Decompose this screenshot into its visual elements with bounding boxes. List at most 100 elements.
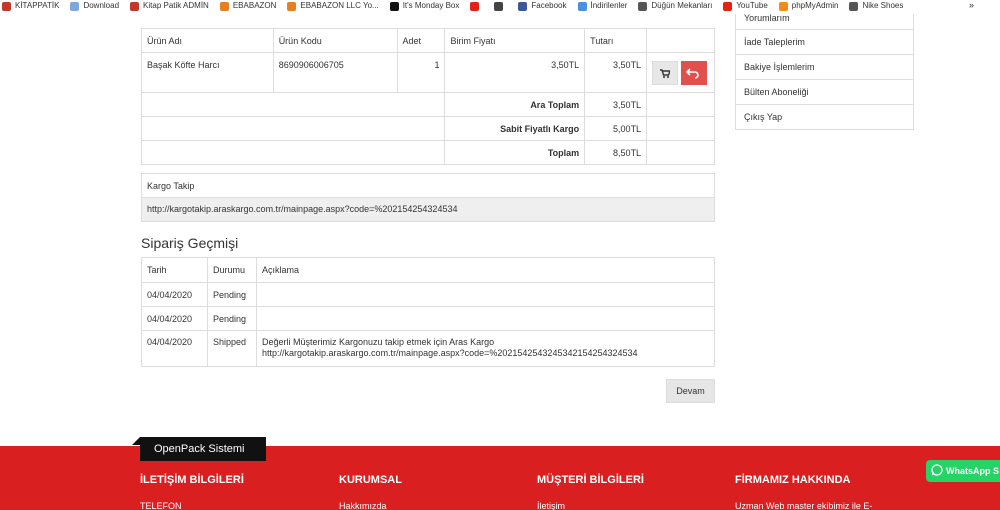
sidebar-item-reviews[interactable]: Yorumlarım — [736, 14, 913, 29]
cell-unit-price: 3,50TL — [444, 52, 586, 93]
cargo-tracking-url[interactable]: http://kargotakip.araskargo.com.tr/mainp… — [142, 198, 714, 221]
bookmark-item[interactable]: EBABAZON — [219, 1, 277, 11]
cell-date: 04/04/2020 — [141, 282, 208, 307]
summary-empty — [646, 116, 715, 141]
chat-icon — [494, 1, 504, 11]
summary-spacer — [140, 92, 446, 117]
bookmark-item[interactable]: EBABAZON LLC Yo... — [287, 1, 379, 11]
phpmyadmin-icon — [778, 1, 788, 11]
facebook-icon — [518, 1, 528, 11]
summary-empty — [646, 140, 715, 165]
bookmark-item[interactable] — [494, 1, 507, 11]
col-header-qty: Adet — [396, 28, 446, 53]
bookmark-label: Download — [83, 1, 120, 10]
footer-col-title: MÜŞTERİ BİLGİLERİ — [537, 474, 644, 486]
cell-total: 3,50TL — [584, 52, 648, 93]
kitappatik-icon — [2, 1, 11, 11]
order-header-row: Ürün Adı Ürün Kodu Adet Birim Fiyatı Tut… — [141, 28, 715, 53]
bookmark-item[interactable]: phpMyAdmin — [778, 1, 839, 11]
summary-value: 5,00TL — [584, 116, 648, 141]
bookmark-item[interactable]: Download — [70, 1, 119, 11]
cell-qty: 1 — [396, 52, 446, 93]
col-header-product-name: Ürün Adı — [141, 28, 274, 53]
footer-col-about: FİRMAMIZ HAKKINDA Uzman Web master ekibi… — [735, 474, 872, 510]
bookmark-label: EBABAZON — [232, 1, 277, 10]
monday-box-icon — [389, 1, 399, 11]
whatsapp-label: WhatsApp S — [946, 466, 999, 476]
youtube-icon — [470, 1, 480, 11]
openpack-badge: OpenPack Sistemi — [140, 437, 266, 461]
bookmark-label: It's Monday Box — [402, 1, 460, 10]
bookmark-item[interactable]: Kitap Patik ADMİN — [130, 1, 209, 11]
footer-col-customer: MÜŞTERİ BİLGİLERİ İletişim — [537, 474, 644, 510]
table-row: 04/04/2020 Pending — [141, 282, 715, 307]
summary-spacer — [140, 140, 446, 165]
globe-icon — [638, 1, 648, 11]
footer-col-item: TELEFON — [140, 501, 182, 510]
kitappatik-admin-icon — [130, 1, 140, 11]
cell-product-code: 8690906006705 — [272, 52, 398, 93]
bookmark-item[interactable]: KİTAPPATİK — [2, 1, 59, 11]
cargo-tracking-title: Kargo Takip — [142, 174, 714, 198]
footer-col-title: FİRMAMIZ HAKKINDA — [735, 474, 851, 486]
sidebar-item-logout[interactable]: Çıkış Yap — [736, 104, 913, 129]
return-button[interactable] — [681, 60, 708, 85]
footer-col-item[interactable]: Hakkımızda — [339, 501, 402, 510]
download-icon — [70, 1, 80, 11]
badge-fold — [132, 437, 140, 445]
table-row: Başak Köfte Harcı 8690906006705 1 3,50TL… — [141, 52, 715, 93]
summary-row-total: Toplam 8,50TL — [140, 140, 715, 165]
footer-col-title: İLETİŞİM BİLGİLERİ — [140, 474, 244, 486]
bookmark-item[interactable]: Nike Shoes — [849, 1, 903, 11]
bookmark-item[interactable]: Düğün Mekanları — [638, 1, 712, 11]
bookmark-item[interactable]: İndirilenler — [577, 1, 628, 11]
ebabazon-icon — [219, 1, 229, 11]
bookmark-label: phpMyAdmin — [791, 1, 839, 10]
col-header-status: Durumu — [207, 257, 257, 283]
globe-icon — [849, 1, 859, 11]
cell-date: 04/04/2020 — [141, 330, 208, 367]
bookmark-label: Düğün Mekanları — [651, 1, 713, 10]
cell-status: Pending — [207, 306, 257, 331]
bookmark-label: Nike Shoes — [862, 1, 904, 10]
table-row: 04/04/2020 Shipped Değerli Müşterimiz Ka… — [141, 330, 715, 367]
footer-col-title: KURUMSAL — [339, 474, 402, 486]
bookmark-item[interactable]: It's Monday Box — [389, 1, 460, 11]
footer-col-item[interactable]: İletişim — [537, 501, 644, 510]
history-header-row: Tarih Durumu Açıklama — [141, 257, 715, 283]
summary-row-shipping: Sabit Fiyatlı Kargo 5,00TL — [140, 116, 715, 141]
cell-date: 04/04/2020 — [141, 306, 208, 331]
summary-value: 3,50TL — [584, 92, 648, 117]
bookmarks-bar: KİTAPPATİK Download Kitap Patik ADMİN EBABA… — [0, 0, 1000, 12]
description-line: Değerli Müşterimiz Kargonuzu takip etmek… — [262, 337, 495, 347]
cell-product-name: Başak Köfte Harcı — [141, 52, 274, 93]
footer-col-corporate: KURUMSAL Hakkımızda — [339, 474, 402, 510]
summary-empty — [646, 92, 715, 117]
bookmark-label: KİTAPPATİK — [15, 1, 60, 10]
ebabazon-llc-icon — [287, 1, 297, 11]
continue-button[interactable]: Devam — [666, 379, 715, 403]
whatsapp-icon — [931, 464, 943, 476]
bookmark-label: İndirilenler — [590, 1, 628, 10]
bookmarks-overflow-button[interactable]: » — [969, 0, 974, 11]
whatsapp-button[interactable]: WhatsApp S — [926, 460, 1000, 482]
col-header-actions — [646, 28, 715, 53]
cell-description — [256, 306, 715, 331]
summary-label: Sabit Fiyatlı Kargo — [444, 116, 586, 141]
description-link[interactable]: http://kargotakip.araskargo.com.tr/mainp… — [262, 348, 709, 359]
bookmark-item[interactable]: YouTube — [723, 1, 768, 11]
sidebar-item-balance[interactable]: Bakiye İşlemlerim — [736, 54, 913, 79]
col-header-description: Açıklama — [256, 257, 715, 283]
footer-col-item: Uzman Web master ekibimiz ile E- — [735, 501, 873, 510]
col-header-product-code: Ürün Kodu — [272, 28, 398, 53]
sidebar-item-returns[interactable]: İade Taleplerim — [736, 29, 913, 54]
summary-label: Toplam — [444, 140, 586, 165]
order-history-table: Tarih Durumu Açıklama 04/04/2020 Pending… — [141, 257, 715, 367]
reorder-button[interactable] — [652, 60, 679, 85]
sidebar-item-newsletter[interactable]: Bülten Aboneliği — [736, 79, 913, 104]
bookmark-label: Kitap Patik ADMİN — [143, 1, 209, 10]
bookmark-item[interactable] — [470, 1, 483, 11]
bookmark-item[interactable]: Facebook — [518, 1, 567, 11]
col-header-date: Tarih — [141, 257, 208, 283]
summary-spacer — [140, 116, 446, 141]
